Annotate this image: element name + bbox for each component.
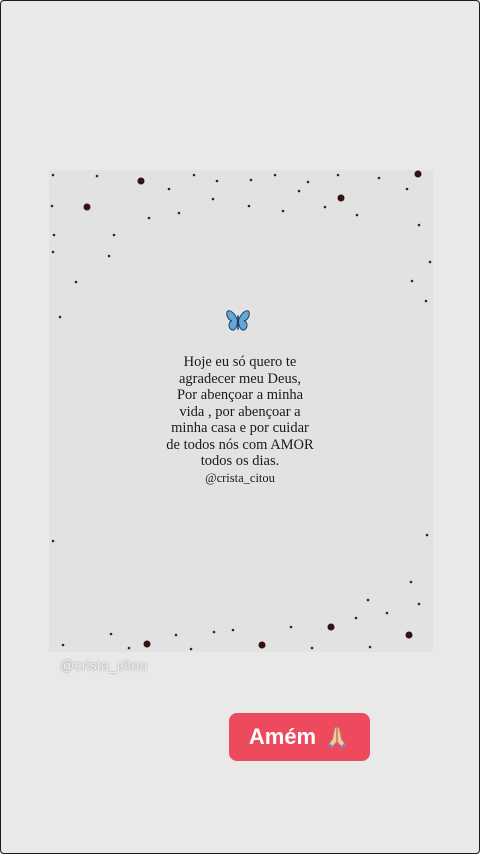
sticker-label: Amém: [248, 724, 317, 749]
quote-text: Hoje eu só quero te agradecer meu Deus, …: [166, 354, 314, 469]
butterfly-icon: [226, 310, 250, 331]
author-handle: @crista_citou: [205, 471, 275, 485]
praying-hands-icon: [328, 726, 347, 749]
watermark-handle: @crista_citou: [60, 657, 148, 673]
amen-sticker-button[interactable]: Amém: [229, 713, 370, 761]
